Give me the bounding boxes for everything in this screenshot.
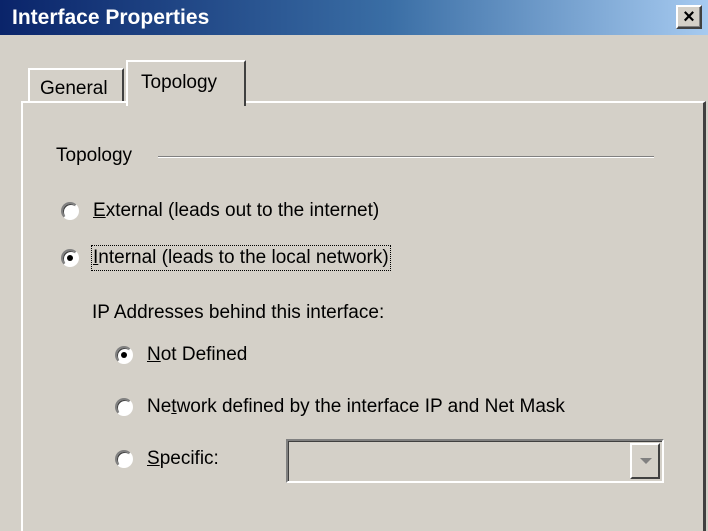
specific-dropdown[interactable] — [286, 439, 664, 483]
radio-specific-label: Specific: — [147, 448, 219, 469]
radio-not-defined-button[interactable] — [115, 346, 133, 364]
close-button[interactable]: × — [676, 5, 702, 29]
radio-internal-label: Internal (leads to the local network) — [91, 245, 391, 271]
title-bar: Interface Properties × — [0, 0, 708, 35]
close-icon: × — [683, 6, 695, 28]
tab-topology[interactable]: Topology — [126, 60, 246, 106]
tab-general[interactable]: General — [28, 68, 124, 102]
group-divider — [158, 156, 654, 158]
radio-specific[interactable]: Specific: — [115, 448, 219, 470]
topology-group-label: Topology — [56, 145, 133, 166]
window-title: Interface Properties — [12, 6, 210, 29]
radio-network-defined-label: Network defined by the interface IP and … — [147, 396, 565, 417]
radio-external[interactable]: External (leads out to the internet) — [61, 200, 379, 222]
radio-internal-button[interactable] — [61, 249, 79, 267]
radio-network-defined[interactable]: Network defined by the interface IP and … — [115, 396, 565, 418]
tab-topology-label: Topology — [141, 72, 218, 93]
radio-external-button[interactable] — [61, 202, 79, 220]
tab-general-label: General — [40, 78, 108, 99]
ip-addresses-label: IP Addresses behind this interface: — [92, 302, 385, 323]
radio-internal[interactable]: Internal (leads to the local network) — [61, 245, 391, 271]
radio-not-defined-label: Not Defined — [147, 344, 248, 365]
radio-specific-button[interactable] — [115, 450, 133, 468]
chevron-down-icon[interactable] — [630, 443, 660, 479]
radio-external-label: External (leads out to the internet) — [93, 200, 380, 221]
radio-network-defined-button[interactable] — [115, 398, 133, 416]
radio-not-defined[interactable]: Not Defined — [115, 344, 247, 366]
